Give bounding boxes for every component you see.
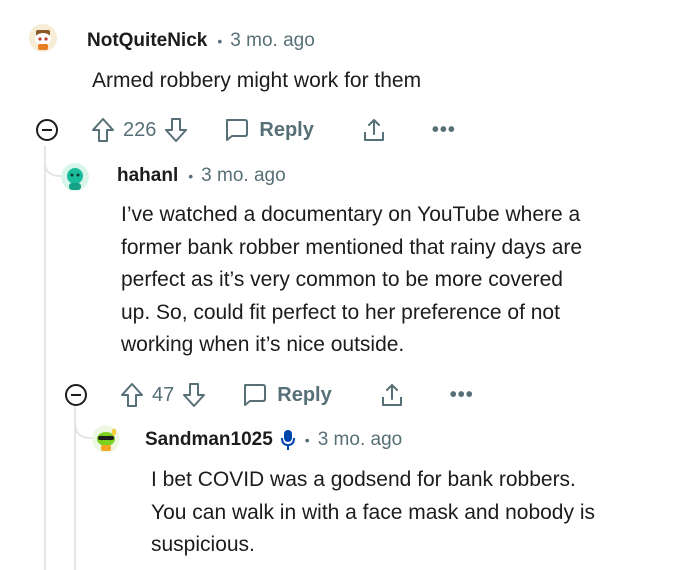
downvote-arrow-icon [183,383,206,407]
comment-body: I bet COVID was a godsend for bank robbe… [151,464,595,562]
microphone-icon [280,429,295,451]
comment-actions: 47 Reply ••• [65,378,474,412]
reply-label: Reply [259,118,314,141]
snoo-avatar-icon [92,425,120,453]
share-icon [363,119,384,141]
vote-count: 226 [123,118,157,141]
snoo-avatar-icon [29,24,57,52]
comment-meta: hahanl • 3 mo. ago [117,165,286,187]
collapse-thread-button[interactable] [65,384,87,406]
more-options-button[interactable]: ••• [450,384,474,407]
username[interactable]: NotQuiteNick [87,30,207,52]
comment-body-line: working when it’s nice outside. [121,333,405,356]
username[interactable]: Sandman1025 [145,429,273,451]
comment-body-line: former bank robber mentioned that rainy … [121,235,583,259]
avatar[interactable] [92,425,120,453]
downvote-arrow-icon [165,118,188,142]
comment-body-line: You can walk in with a face mask and nob… [151,500,595,524]
upvote-button[interactable] [120,382,144,408]
separator-dot: • [188,168,194,184]
vote-count: 47 [152,383,175,406]
share-button[interactable] [362,117,386,143]
comment-body: Armed robbery might work for them [92,65,421,98]
comment-body: I’ve watched a documentary on YouTube wh… [121,199,582,362]
comment-actions: 226 Reply ••• [36,113,456,147]
reply-label: Reply [277,383,332,406]
share-button[interactable] [380,382,404,408]
comment-body-line: I’ve watched a documentary on YouTube wh… [121,203,581,226]
reply-button[interactable]: Reply [241,383,332,407]
snoo-avatar-icon [61,163,89,191]
separator-dot: • [304,432,310,448]
avatar[interactable] [29,24,57,52]
downvote-button[interactable] [164,117,188,143]
comment-body-line: I bet COVID was a godsend for bank robbe… [151,468,576,491]
more-options-button[interactable]: ••• [432,119,456,142]
timestamp[interactable]: 3 mo. ago [230,30,315,52]
comment-meta: Sandman1025 • 3 mo. ago [145,429,402,451]
username[interactable]: hahanl [117,165,178,187]
comment-bubble-icon [226,119,249,141]
comment-body-line: up. So, could fit perfect to her prefere… [121,300,560,324]
collapse-thread-button[interactable] [36,119,58,141]
upvote-button[interactable] [91,117,115,143]
upvote-arrow-icon [92,118,114,142]
separator-dot: • [217,33,223,49]
downvote-button[interactable] [182,382,206,408]
comment-meta: NotQuiteNick • 3 mo. ago [87,30,315,52]
share-icon [381,384,402,406]
comment-bubble-icon [244,384,267,406]
comment-body-line: suspicious. [151,533,255,556]
avatar[interactable] [61,163,89,191]
timestamp[interactable]: 3 mo. ago [318,429,403,451]
thread-line-level-0[interactable] [44,146,46,570]
reply-button[interactable]: Reply [223,118,314,142]
comment-body-line: perfect as it’s very common to be more c… [121,268,563,291]
timestamp[interactable]: 3 mo. ago [201,165,286,187]
upvote-arrow-icon [121,383,143,407]
comment-body-line: Armed robbery might work for them [92,69,422,92]
